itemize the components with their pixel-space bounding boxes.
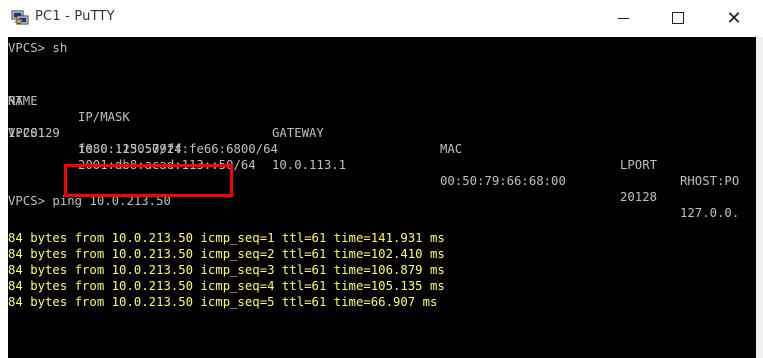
row-mac: 00:50:79:66:68:00	[440, 174, 566, 188]
row-rhost: 127.0.0.	[680, 206, 740, 220]
scrollbar[interactable]	[756, 37, 763, 358]
command: sh	[52, 41, 68, 55]
ping-reply: 84 bytes from 10.0.213.50 icmp_seq=2 ttl…	[8, 247, 445, 261]
header-lport: LPORT	[620, 158, 658, 172]
command-highlight-box	[64, 164, 233, 197]
terminal-area[interactable]: VPCS> sh NAME IP/MASK GATEWAY MAC LPORT …	[8, 37, 756, 358]
ping-reply: 84 bytes from 10.0.213.50 icmp_seq=4 ttl…	[8, 279, 445, 293]
row-lport: 20128	[620, 190, 658, 204]
minimize-button[interactable]	[600, 0, 646, 36]
maximize-icon	[672, 12, 684, 24]
ping-reply: 84 bytes from 10.0.213.50 icmp_seq=3 ttl…	[8, 263, 445, 277]
window-title: PC1 - PuTTY	[35, 9, 115, 24]
title-bar[interactable]: PC1 - PuTTY ✕	[0, 0, 763, 37]
prompt: VPCS>	[8, 41, 53, 55]
terminal-line-prompt1: VPCS> sh	[8, 40, 67, 56]
close-icon: ✕	[726, 7, 742, 29]
maximize-button[interactable]	[655, 0, 701, 36]
prompt: VPCS>	[8, 194, 53, 208]
table-row: VPCS1 10.0.113.50/24 10.0.113.1 00:50:79…	[8, 109, 756, 220]
ping-reply: 84 bytes from 10.0.213.50 icmp_seq=5 ttl…	[8, 295, 438, 309]
ping-reply: 84 bytes from 10.0.213.50 icmp_seq=1 ttl…	[8, 231, 445, 245]
ipv6-link-local: fe80::250:79ff:fe66:6800/64	[78, 142, 278, 156]
header-wrap: RT	[8, 94, 23, 108]
table-header-row: NAME IP/MASK GATEWAY MAC LPORT RHOST:PO	[8, 77, 756, 188]
header-gateway: GATEWAY	[272, 126, 324, 140]
minimize-icon	[617, 17, 629, 19]
putty-icon	[11, 10, 29, 25]
header-mac: MAC	[440, 142, 463, 156]
close-button[interactable]: ✕	[711, 0, 757, 36]
header-rhost: RHOST:PO	[680, 174, 740, 188]
row-wrap: 1:20129	[8, 126, 60, 140]
row-gateway: 10.0.113.1	[272, 158, 347, 172]
